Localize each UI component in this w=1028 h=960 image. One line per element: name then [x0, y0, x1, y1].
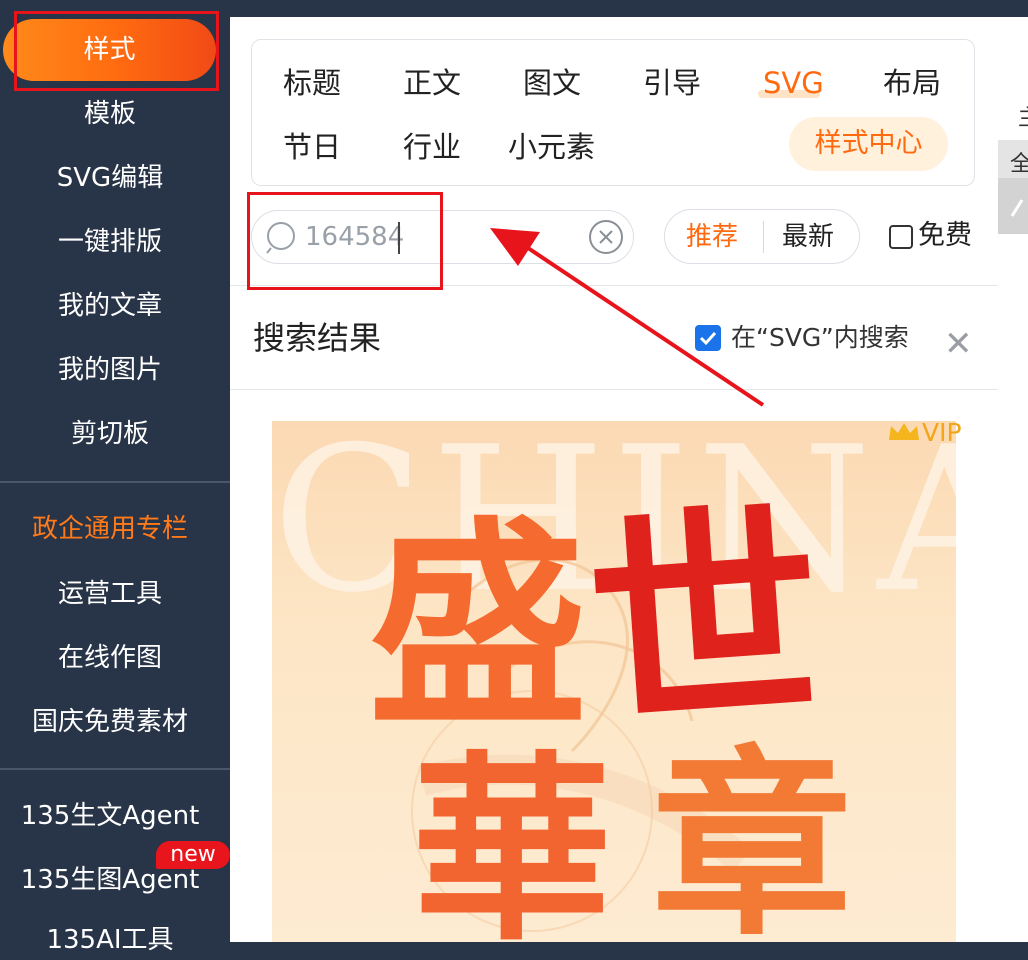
sidebar-item-national-day-materials[interactable]: 国庆免费素材 — [0, 702, 220, 742]
close-icon[interactable]: ✕ — [944, 327, 973, 361]
sort-recommended-button[interactable]: 推荐 — [686, 219, 738, 255]
sidebar-item-svg-editor[interactable]: SVG编辑 — [0, 158, 220, 198]
style-center-button[interactable]: 样式中心 — [789, 117, 948, 171]
new-badge: new — [156, 841, 230, 869]
sidebar-divider — [0, 481, 230, 483]
tab-holiday[interactable]: 节日 — [283, 127, 341, 167]
sidebar-item-ai-tools[interactable]: 135AI工具 — [0, 920, 220, 960]
sidebar-item-online-drawing[interactable]: 在线作图 — [0, 638, 220, 678]
sidebar-item-clipboard[interactable]: 剪切板 — [0, 414, 220, 454]
scope-checkbox-label[interactable]: 在“SVG”内搜索 — [731, 320, 909, 356]
sidebar-item-gov-column[interactable]: 政企通用专栏 — [0, 509, 220, 549]
free-checkbox[interactable] — [889, 225, 913, 249]
sidebar: 样式 模板 SVG编辑 一键排版 我的文章 我的图片 剪切板 政企通用专栏 运营… — [0, 0, 230, 955]
free-checkbox-label[interactable]: 免费 — [918, 218, 972, 254]
sort-latest-button[interactable]: 最新 — [782, 219, 834, 255]
results-title: 搜索结果 — [253, 319, 382, 357]
adjacent-panel-label: 主 — [1018, 100, 1028, 132]
sidebar-item-text-agent[interactable]: 135生文Agent — [0, 796, 220, 836]
tab-image-text[interactable]: 图文 — [523, 63, 581, 103]
tab-small-elements[interactable]: 小元素 — [508, 127, 595, 167]
adjacent-panel-button[interactable] — [998, 178, 1028, 234]
poster-title-char: 世 — [580, 478, 830, 764]
checkmark-icon — [699, 331, 717, 346]
scope-checkbox[interactable] — [695, 325, 721, 351]
vip-badge: VIP — [922, 418, 962, 447]
tab-title[interactable]: 标题 — [283, 63, 341, 103]
style-center-label: 样式中心 — [814, 128, 923, 159]
poster-title-char: 章 — [652, 728, 853, 943]
poster-title-char: 華 — [412, 733, 613, 943]
adjacent-panel: 主 全 — [998, 0, 1028, 942]
crown-icon — [889, 423, 919, 440]
sidebar-divider — [0, 768, 230, 770]
result-card-image[interactable]: CHINA 盛 世 華 章 — [272, 421, 956, 942]
edit-icon — [1010, 199, 1024, 217]
divider — [230, 389, 998, 390]
adjacent-panel-topbar — [998, 0, 1028, 17]
annotation-box — [14, 11, 219, 91]
poster-title-char: 盛 — [368, 496, 589, 755]
sidebar-item-my-articles[interactable]: 我的文章 — [0, 286, 220, 326]
tab-guide[interactable]: 引导 — [643, 63, 701, 103]
sidebar-item-one-click-layout[interactable]: 一键排版 — [0, 222, 220, 262]
sidebar-item-ops-tools[interactable]: 运营工具 — [0, 574, 220, 614]
sort-toggle-divider — [763, 221, 764, 253]
clear-icon[interactable] — [588, 219, 624, 255]
tab-industry[interactable]: 行业 — [403, 127, 461, 167]
sidebar-item-my-images[interactable]: 我的图片 — [0, 350, 220, 390]
tab-body[interactable]: 正文 — [403, 63, 461, 103]
adjacent-panel-tab-label: 全 — [1010, 152, 1028, 177]
tab-svg[interactable]: SVG — [763, 63, 824, 103]
tab-layout[interactable]: 布局 — [883, 63, 941, 103]
sidebar-item-templates[interactable]: 模板 — [0, 94, 220, 134]
annotation-box — [247, 192, 443, 290]
